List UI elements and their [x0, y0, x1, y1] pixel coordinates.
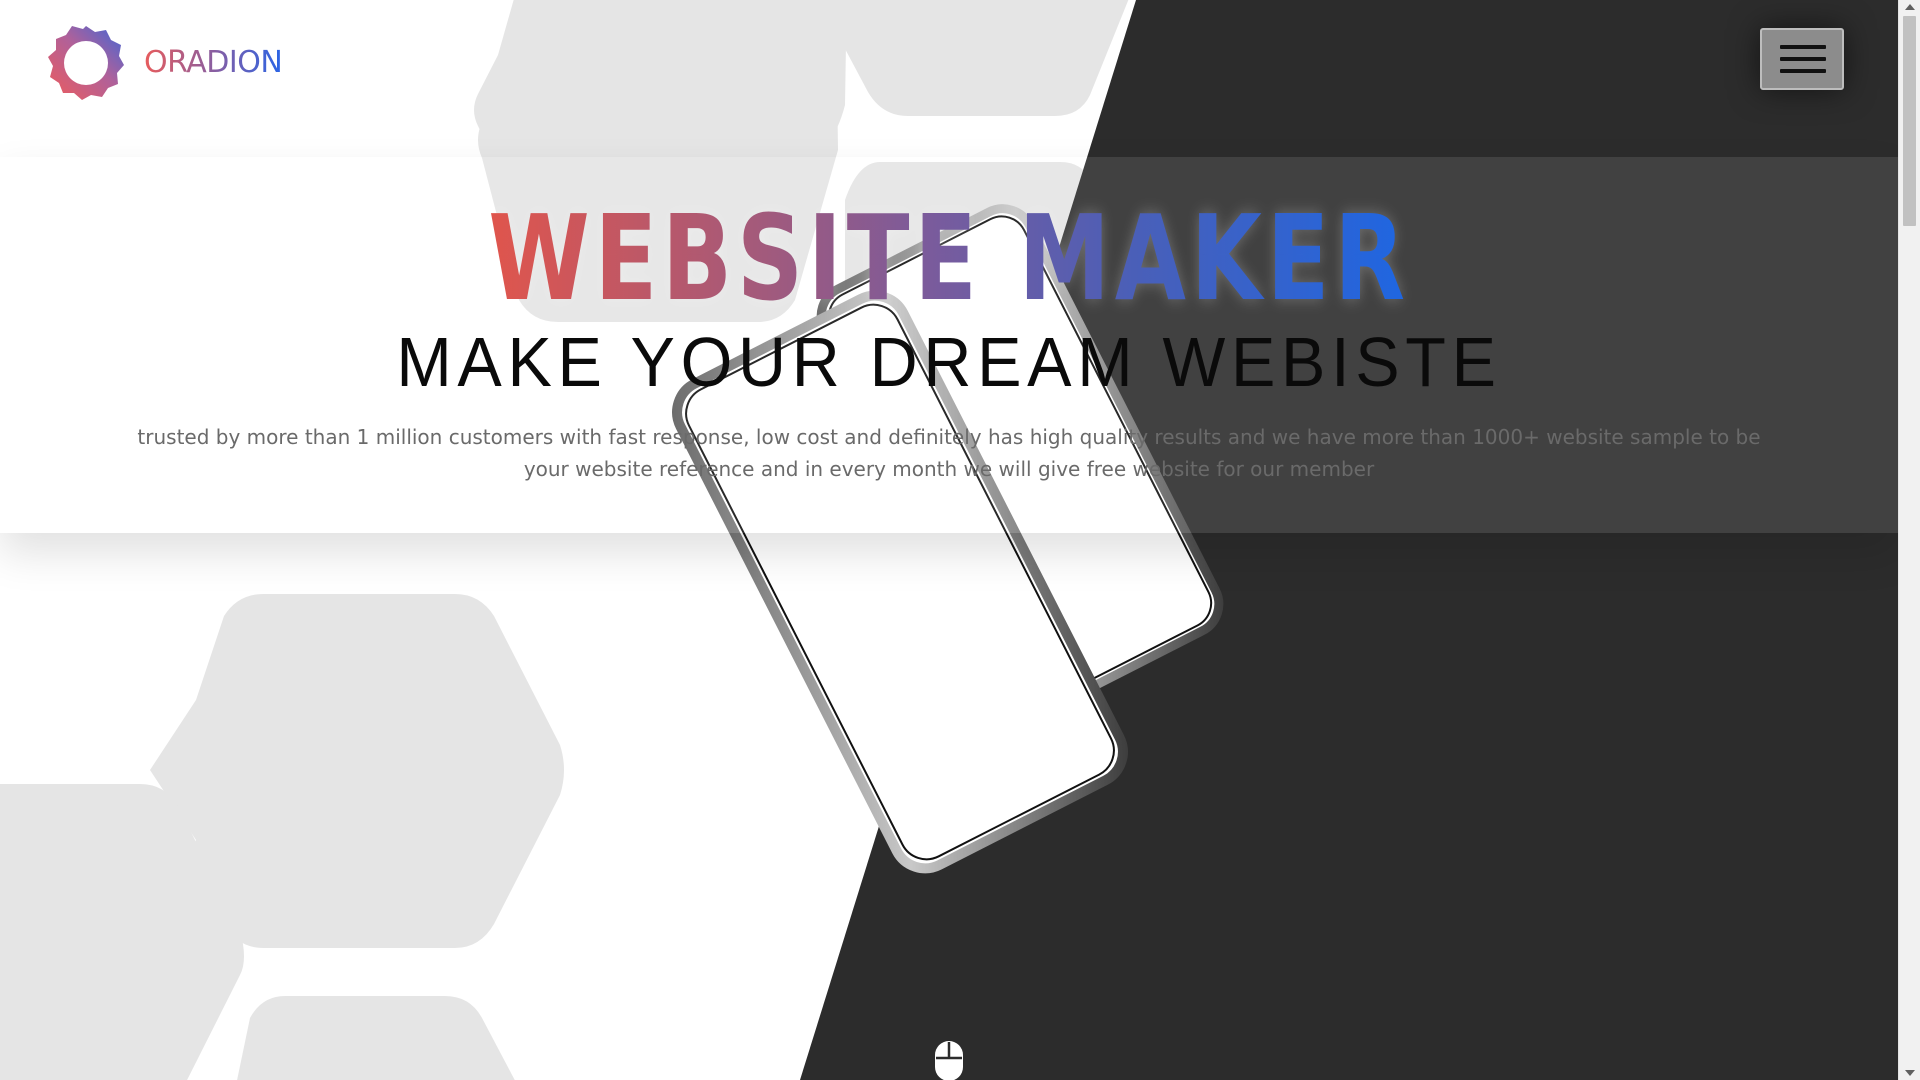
- scrollbar-thumb[interactable]: [1903, 16, 1916, 226]
- hero-title-text: WEBSITE MAKER: [488, 189, 1410, 327]
- hexagon-shape: [237, 996, 515, 1080]
- hero-title: WEBSITE MAKER: [209, 193, 1689, 323]
- mouse-scroll-icon[interactable]: [934, 1040, 964, 1080]
- hero-description: trusted by more than 1 million customers…: [137, 425, 1761, 481]
- brand-logo[interactable]: ORADION: [48, 24, 283, 100]
- hero-subtitle: MAKE YOUR DREAM WEBISTE: [396, 323, 1502, 401]
- page-scrollbar[interactable]: [1898, 0, 1920, 1080]
- brand-name: ORADION: [144, 44, 283, 80]
- hexagon-shape: [830, 0, 1129, 116]
- hero-section: WEBSITE MAKER MAKE YOUR DREAM WEBISTE tr…: [0, 157, 1898, 533]
- scroll-down-arrow-icon[interactable]: [1905, 1070, 1915, 1076]
- hamburger-menu-button[interactable]: [1760, 28, 1844, 90]
- scroll-up-arrow-icon[interactable]: [1905, 4, 1915, 10]
- ring-gear-logo-icon: [48, 26, 124, 100]
- landing-page: ORADION WEBSITE MAKER MAKE YOUR DREAM WE…: [0, 0, 1920, 1080]
